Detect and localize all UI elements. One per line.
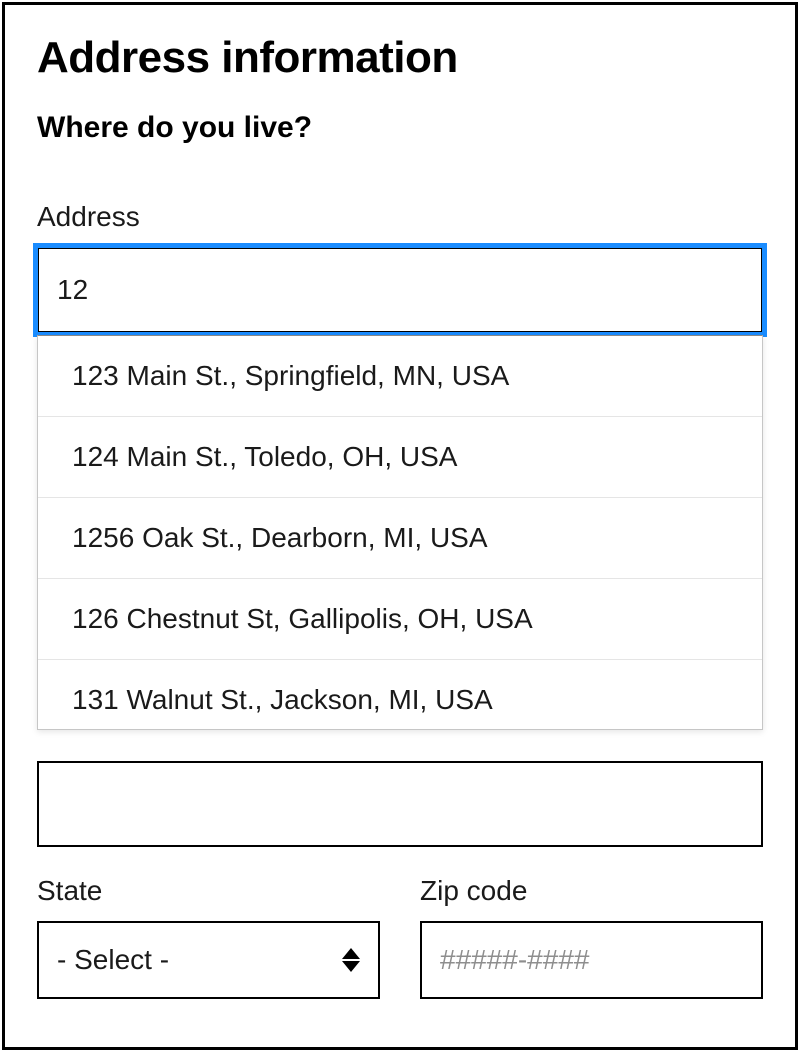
zip-field-group: Zip code [420,875,763,999]
address-label: Address [37,201,763,233]
address-suggestions-dropdown[interactable]: 123 Main St., Springfield, MN, USA 124 M… [37,335,763,730]
address-suggestion-item[interactable]: 126 Chestnut St, Gallipolis, OH, USA [38,579,762,660]
form-subtitle: Where do you live? [37,111,763,145]
address-form-container: Address information Where do you live? A… [2,2,798,1050]
address-suggestion-item[interactable]: 131 Walnut St., Jackson, MI, USA [38,660,762,730]
state-zip-row: State - Select - Zip code [37,875,763,999]
zip-label: Zip code [420,875,763,907]
form-title: Address information [37,33,763,83]
chevron-up-icon [342,948,360,959]
address-combobox: 123 Main St., Springfield, MN, USA 124 M… [37,247,763,333]
city-input[interactable] [37,761,763,847]
city-field-group [37,761,763,847]
state-select-wrap: - Select - [37,921,380,999]
address-input[interactable] [37,247,763,333]
address-suggestion-item[interactable]: 1256 Oak St., Dearborn, MI, USA [38,498,762,579]
zip-input[interactable] [420,921,763,999]
address-suggestion-item[interactable]: 123 Main St., Springfield, MN, USA [38,336,762,417]
select-arrows-icon [342,948,360,972]
state-select[interactable]: - Select - [37,921,380,999]
state-selected-value: - Select - [57,944,169,976]
state-field-group: State - Select - [37,875,380,999]
address-field-group: Address 123 Main St., Springfield, MN, U… [37,201,763,333]
address-suggestion-item[interactable]: 124 Main St., Toledo, OH, USA [38,417,762,498]
state-label: State [37,875,380,907]
chevron-down-icon [342,961,360,972]
